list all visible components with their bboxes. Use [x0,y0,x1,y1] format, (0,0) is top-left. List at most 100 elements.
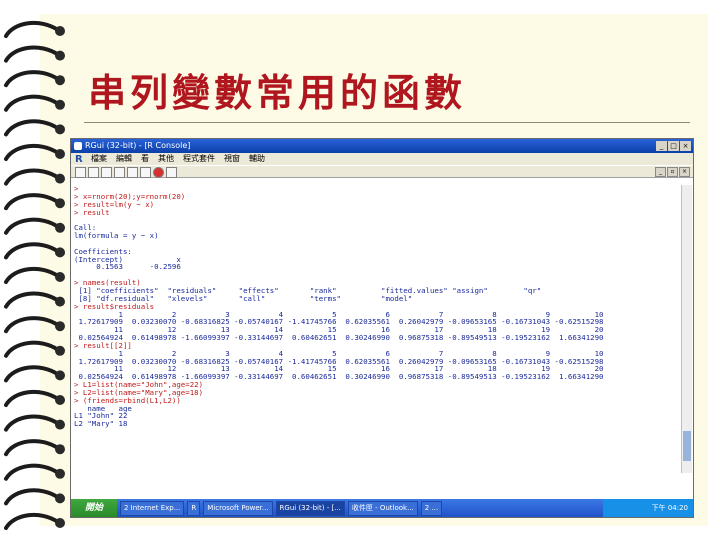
maximize-icon[interactable]: □ [668,141,679,151]
binding-hole [55,99,65,110]
binding-hole [55,198,65,209]
binding-ring [4,389,60,407]
console-line: Call: [74,223,97,233]
taskbar-item-powerpoint[interactable]: Microsoft Power... [203,500,273,516]
console-line: 0.1563 -0.2596 [74,262,181,272]
binding-ring [4,45,60,63]
binding-hole [55,50,65,61]
binding-hole [55,468,65,479]
menu-bar: R 檔案 編輯 看 其他 程式套件 視窗 輔助 [71,153,693,165]
binding-ring [4,439,60,457]
taskbar-item-ie[interactable]: 2 Internet Exp... [120,500,185,516]
r-console-output[interactable]: > > x=rnorm(20);y=rnorm(20) > result=lm(y … [74,185,678,481]
menu-edit[interactable]: 編輯 [116,153,132,165]
stop-icon[interactable] [153,167,164,178]
binding-ring [4,488,60,506]
binding-hole [55,518,65,528]
binding-hole [55,395,65,405]
binding-ring [4,414,60,432]
console-line: > result [74,207,110,217]
console-line: 0.02564924 0.61498978 -1.66099397 -0.331… [74,333,604,343]
binding-ring [4,168,60,186]
system-tray-clock: 下午 04:20 [603,499,693,517]
console-line: name age [74,403,132,413]
menu-file[interactable]: 檔案 [91,153,107,165]
binding-hole [55,370,65,381]
menu-packages[interactable]: 程式套件 [183,153,215,165]
console-line: [8] "df.residual" "xlevels" "call" "term… [74,293,413,303]
console-line: L1 "John" 22 [74,411,128,421]
console-line: lm(formula = y ~ x) [74,231,159,241]
binding-ring [4,266,60,284]
menu-help[interactable]: 輔助 [249,153,265,165]
binding-hole [55,444,65,455]
menu-view[interactable]: 看 [141,153,149,165]
print-icon[interactable] [166,167,177,178]
binding-ring [4,340,60,358]
binding-ring [4,316,60,334]
start-button[interactable]: 開始 [71,499,117,517]
console-scrollbar[interactable] [681,185,692,473]
console-line: L2 "Mary" 18 [74,419,128,429]
console-line: > x=rnorm(20);y=rnorm(20) [74,191,186,201]
binding-ring [4,94,60,112]
binding-hole [55,75,65,86]
paste-icon[interactable] [127,167,138,178]
binding-ring [4,217,60,235]
taskbar-item-r[interactable]: R [187,500,201,516]
binding-hole [55,493,65,504]
binding-hole [55,149,65,159]
taskbar-item-rgui[interactable]: RGui (32-bit) - [... [275,500,345,516]
menu-misc[interactable]: 其他 [158,153,174,165]
console-restore-icon[interactable]: ▫ [667,167,678,177]
binding-hole [55,272,65,282]
console-close-icon[interactable]: × [679,167,690,177]
binding-hole [55,321,65,332]
rgui-window: RGui (32-bit) - [R Console] _ □ × R 檔案 編… [70,138,694,518]
taskbar-item-outlook[interactable]: 收件匣 - Outlook... [347,500,418,516]
window-controls: _ □ × [656,141,691,151]
taskbar-item-other[interactable]: 2 ... [420,500,443,516]
load-workspace-icon[interactable] [88,167,99,178]
title-divider [84,122,690,123]
binding-ring [4,463,60,481]
close-icon[interactable]: × [680,141,691,151]
copy-paste-icon[interactable] [140,167,151,178]
binding-hole [55,419,65,430]
console-window-controls: _ ▫ × [655,167,690,177]
console-minimize-icon[interactable]: _ [655,167,666,177]
console-line: > result=lm(y ~ x) [74,199,155,209]
r-logo-icon: R [75,154,83,165]
app-icon [74,142,82,150]
console-line: > (friends=rbind(L1,L2)) [74,395,181,405]
scrollbar-thumb[interactable] [683,431,691,461]
minimize-icon[interactable]: _ [656,141,667,151]
binding-ring [4,143,60,161]
binding-hole [55,26,65,36]
window-title: RGui (32-bit) - [R Console] [85,141,191,150]
binding-ring [4,291,60,309]
binding-ring [4,193,60,211]
binding-hole [55,124,65,135]
binding-ring [4,512,60,530]
save-workspace-icon[interactable] [101,167,112,178]
binding-ring [4,242,60,260]
slide-title: 串列變數常用的函數 [88,70,467,115]
binding-hole [55,173,65,184]
binding-ring [4,119,60,137]
binding-ring [4,70,60,88]
binding-hole [55,345,65,356]
windows-taskbar: 開始 2 Internet Exp... R Microsoft Power..… [71,499,693,517]
binding-hole [55,296,65,307]
toolbar [71,165,693,178]
open-script-icon[interactable] [75,167,86,178]
spiral-binding-decoration [4,20,65,530]
window-titlebar[interactable]: RGui (32-bit) - [R Console] _ □ × [71,139,693,153]
binding-ring [4,365,60,383]
copy-icon[interactable] [114,167,125,178]
menu-windows[interactable]: 視窗 [224,153,240,165]
binding-hole [55,222,65,233]
